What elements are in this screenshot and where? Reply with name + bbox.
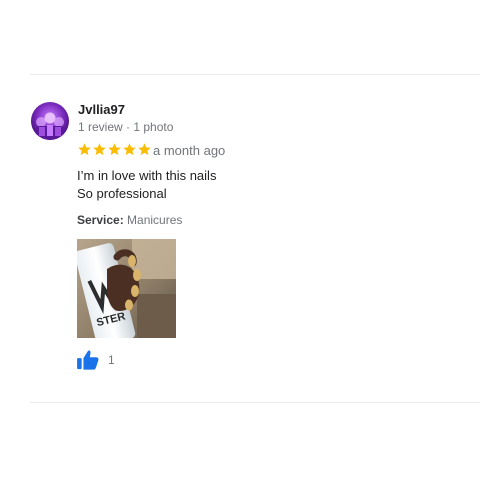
review-text-line: So professional [77, 186, 167, 201]
review-photo-image: STER [77, 239, 176, 338]
star-icon [93, 143, 106, 156]
star-icon [138, 143, 151, 156]
service-value: Manicures [127, 213, 183, 227]
avatar-image [35, 112, 65, 140]
review-text: I’m in love with this nails So professio… [77, 167, 216, 203]
author-name[interactable]: Jvllia97 [78, 102, 125, 117]
like-count: 1 [108, 353, 115, 367]
review-photo[interactable]: STER [77, 239, 176, 338]
thumbs-up-icon [77, 350, 99, 370]
author-meta: 1 review · 1 photo [78, 120, 174, 134]
review-date: a month ago [153, 143, 226, 158]
star-icon [123, 143, 136, 156]
avatar[interactable] [31, 102, 69, 140]
like-button[interactable]: 1 [77, 350, 115, 370]
review-card: Jvllia97 1 review · 1 photo a month ago … [0, 0, 480, 480]
star-rating [77, 142, 152, 157]
star-icon [78, 143, 91, 156]
star-icon [108, 143, 121, 156]
service-info: Service: Manicures [77, 213, 182, 227]
review-text-line: I’m in love with this nails [77, 168, 217, 183]
bottom-divider [30, 402, 480, 403]
service-label: Service: [77, 213, 124, 227]
